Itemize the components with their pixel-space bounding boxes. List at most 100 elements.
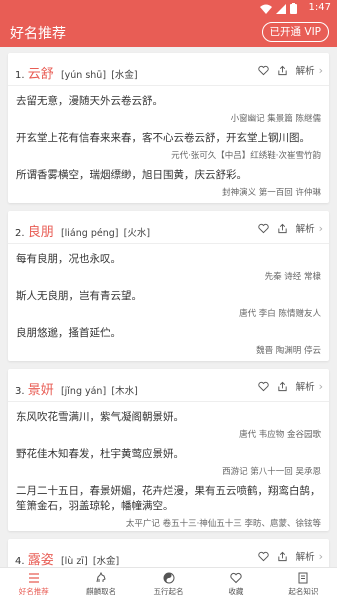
nav-label: 收藏 [228,587,244,596]
name-text[interactable]: 景妍 [28,383,54,398]
name-card: 2. 良朋 [liáng péng] [火水] 解析 › 每有良朋，况也永叹。 … [8,211,329,361]
quote-text: 斯人无良朋，岂有青云望。 [16,290,142,302]
status-icons [260,3,297,14]
chevron-right-icon: › [318,221,323,235]
qilin-icon [96,572,106,583]
chevron-right-icon: › [318,379,323,393]
chevron-right-icon: › [318,549,323,563]
quote-text: 开玄堂上花有信春来来春，客不心云卷云舒，开玄堂上钢川图。 [16,132,310,144]
nav-item-qilin[interactable]: 麒麟取名 [67,568,134,600]
card-header: 1. 云舒 [yún shū] [水金] 解析 › [8,53,329,86]
pinyin-text: [jǐng yán] [60,386,107,397]
name-text[interactable]: 良朋 [28,225,54,240]
analyze-button[interactable]: 解析 › [295,379,323,394]
pinyin-text: [liáng péng] [60,228,119,239]
card-actions: 解析 › [257,63,323,78]
card-index: 4. [15,556,25,567]
share-icon[interactable] [277,65,288,76]
share-icon[interactable] [277,551,288,562]
card-actions: 解析 › [257,379,323,394]
wuxing-text: [水金] [92,556,120,567]
quote-text: 良朋悠邈，搔首延伫。 [16,327,121,339]
pinyin-text: [yún shū] [60,70,107,81]
card-actions: 解析 › [257,549,323,564]
quote-source: 唐代 韦应物 金谷园歌 [239,430,321,440]
card-title: 2. 良朋 [liáng péng] [火水] [15,221,150,240]
card-title: 1. 云舒 [yún shū] [水金] [15,63,138,82]
quote-entry: 所谓香雾横空，瑞烟缥缈，旭日围黄，庆云舒彩。 封神演义 第一百回 许仲琳 [16,168,321,199]
quote-entry: 东风吹花雪满川，紫气凝阁朝景妍。 唐代 韦应物 金谷园歌 [16,410,321,441]
quote-entry: 每有良朋，况也永叹。 先秦 诗经 常棣 [16,252,321,283]
share-icon[interactable] [277,223,288,234]
page-title: 好名推荐 [10,26,66,42]
card-title: 3. 景妍 [jǐng yán] [木水] [15,379,138,398]
list-icon [28,573,39,583]
quote-source: 唐代 李白 陈情赠友人 [239,309,321,319]
quote-source: 先秦 诗经 常棣 [264,272,321,282]
card-body: 东风吹花雪满川，紫气凝阁朝景妍。 唐代 韦应物 金谷园歌 野花佳木知春发，杜宇黄… [8,402,329,530]
name-card: 3. 景妍 [jǐng yán] [木水] 解析 › 东风吹花雪满川，紫气凝阁朝… [8,369,329,531]
quote-text: 去留无意，漫随天外云卷云舒。 [16,95,163,107]
name-text[interactable]: 露姿 [28,553,54,567]
wuxing-text: [水金] [111,70,138,81]
signal-icon [276,3,286,14]
quote-text: 东风吹花雪满川，紫气凝阁朝景妍。 [16,411,184,423]
wuxing-text: [火水] [123,228,151,239]
analyze-button[interactable]: 解析 › [295,63,323,78]
card-body: 去留无意，漫随天外云卷云舒。 小窗幽记 集景篇 陈继儒 开玄堂上花有信春来来春，… [8,86,329,199]
quote-text: 所谓香雾横空，瑞烟缥缈，旭日围黄，庆云舒彩。 [16,169,247,181]
quote-entry: 良朋悠邈，搔首延伫。 魏晋 陶渊明 停云 [16,326,321,357]
heart-icon[interactable] [257,65,269,76]
quote-source: 西游记 第八十一回 吴承恩 [222,467,321,477]
nav-item-favorites[interactable]: 收藏 [202,568,269,600]
nav-label: 起名知识 [288,587,319,596]
vip-button[interactable]: 已开通 VIP [261,22,329,42]
quote-entry: 野花佳木知春发，杜宇黄莺应景妍。 西游记 第八十一回 吴承恩 [16,447,321,478]
nav-item-knowledge[interactable]: 起名知识 [270,568,337,600]
nav-item-wuxing[interactable]: 五行起名 [135,568,202,600]
heart-icon[interactable] [257,381,269,392]
heart-icon[interactable] [257,551,269,562]
analyze-button[interactable]: 解析 › [295,549,323,564]
card-header: 3. 景妍 [jǐng yán] [木水] 解析 › [8,369,329,402]
app-bar: 好名推荐 已开通 VIP [0,17,337,47]
wuxing-text: [木水] [111,386,138,397]
card-index: 2. [15,228,25,239]
quote-text: 每有良朋，况也永叹。 [16,253,121,265]
quote-source: 封神演义 第一百回 许仲琳 [222,188,321,198]
analyze-label: 解析 [295,66,315,77]
heart-icon [230,572,242,584]
analyze-label: 解析 [295,382,315,393]
card-index: 3. [15,386,25,397]
quote-text: 野花佳木知春发，杜宇黄莺应景妍。 [16,448,184,460]
card-body: 每有良朋，况也永叹。 先秦 诗经 常棣 斯人无良朋，岂有青云望。 唐代 李白 陈… [8,244,329,357]
bottom-nav: 好名推荐 麒麟取名 五行起名 收藏 起名知识 [0,567,337,600]
name-card: 4. 露姿 [lù zī] [水金] 解析 › [8,539,329,567]
heart-icon[interactable] [257,223,269,234]
name-card: 1. 云舒 [yún shū] [水金] 解析 › 去留无意，漫随天外云卷云舒。… [8,53,329,203]
quote-entry: 斯人无良朋，岂有青云望。 唐代 李白 陈情赠友人 [16,289,321,320]
quote-source: 元代·张可久【中吕】红绣鞋·次崔雪竹韵 [171,151,321,161]
quote-source: 小窗幽记 集景篇 陈继儒 [230,114,321,124]
nav-label: 麒麟取名 [86,587,117,596]
pinyin-text: [lù zī] [60,556,88,567]
quote-source: 太平广记 卷五十三·神仙五十三 李昉、扈蒙、徐铉等 [125,519,321,529]
quote-entry: 去留无意，漫随天外云卷云舒。 小窗幽记 集景篇 陈继儒 [16,94,321,125]
card-actions: 解析 › [257,221,323,236]
recommend-list[interactable]: 1. 云舒 [yún shū] [水金] 解析 › 去留无意，漫随天外云卷云舒。… [0,47,337,567]
nav-label: 好名推荐 [18,587,49,596]
analyze-label: 解析 [295,552,315,563]
quote-entry: 开玄堂上花有信春来来春，客不心云卷云舒，开玄堂上钢川图。 元代·张可久【中吕】红… [16,131,321,162]
card-header: 4. 露姿 [lù zī] [水金] 解析 › [8,539,329,568]
yinyang-icon [163,572,175,584]
analyze-button[interactable]: 解析 › [295,221,323,236]
card-title: 4. 露姿 [lù zī] [水金] [15,549,119,567]
nav-item-recommend[interactable]: 好名推荐 [0,568,67,600]
analyze-label: 解析 [295,224,315,235]
share-icon[interactable] [277,381,288,392]
status-time: 1:47 [308,2,331,13]
name-text[interactable]: 云舒 [28,67,54,82]
book-icon [298,572,308,584]
card-header: 2. 良朋 [liáng péng] [火水] 解析 › [8,211,329,244]
battery-icon [290,3,297,14]
